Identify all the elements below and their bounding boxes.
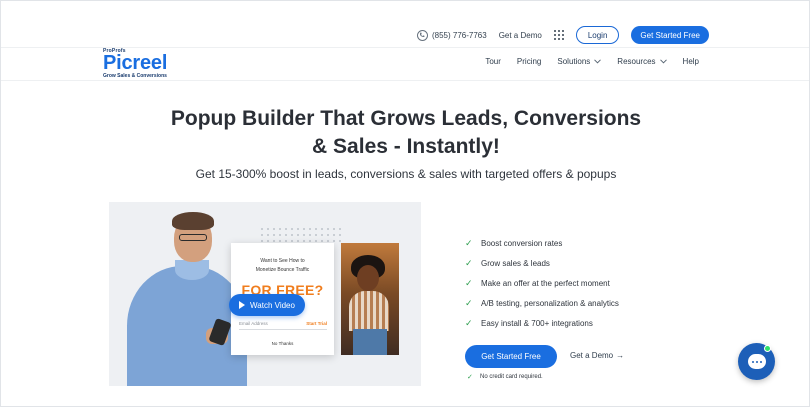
nav-divider [1,80,809,81]
arrow-right-icon: → [616,351,625,360]
hero-subtitle: Get 15-300% boost in leads, conversions … [195,167,617,181]
play-icon [239,301,246,309]
feature-label: Boost conversion rates [481,238,563,248]
photo-shirt [349,291,389,331]
popup-dismiss: No Thanks [271,341,294,346]
login-button[interactable]: Login [575,26,620,44]
nav-item-label: Tour [485,57,501,66]
chat-bubble-icon [747,354,766,369]
hero-illustration: Want to See How to Monetize Bounce Traff… [109,202,421,386]
utility-bar: (855) 776-7763 Get a Demo Login Get Star… [416,23,709,47]
feature-label: Grow sales & leads [481,258,550,268]
feature-label: Easy install & 700+ integrations [481,318,593,328]
no-credit-card-note: ✓ No credit card required. [467,373,543,381]
popup-heading-line1: Want to See How to [260,258,305,264]
chevron-down-icon [594,59,602,64]
popup-heading-line2: Monetize Bounce Traffic [255,267,310,273]
person-hair [172,212,214,230]
feature-list: ✓ Boost conversion rates ✓ Grow sales & … [465,233,619,333]
hero-title-line1: Popup Builder That Grows Leads, Conversi… [170,107,642,130]
online-status-dot [764,345,771,352]
nav-item-label: Help [682,57,699,66]
page-frame: (855) 776-7763 Get a Demo Login Get Star… [0,0,810,407]
list-item: ✓ Make an offer at the perfect moment [465,273,619,293]
check-icon: ✓ [467,374,473,381]
hero-title-line2: & Sales - Instantly! [312,135,500,158]
logo-wordmark: Picreel [103,52,168,74]
list-item: ✓ Grow sales & leads [465,253,619,273]
cta-demo-link[interactable]: Get a Demo → [570,351,624,360]
phone-link[interactable]: (855) 776-7763 [416,29,487,41]
logo-tagline: Grow Sales & Conversions [103,73,167,79]
popup-start-button: Start Trial [306,321,327,326]
nav-item-label: Pricing [516,57,542,66]
watch-video-label: Watch Video [250,300,295,310]
get-started-button[interactable]: Get Started Free [631,26,709,44]
check-icon: ✓ [465,277,473,288]
feature-label: Make an offer at the perfect moment [481,278,610,288]
glasses-icon [179,234,207,241]
chevron-down-icon [659,59,667,64]
list-item: ✓ Boost conversion rates [465,233,619,253]
check-icon: ✓ [465,297,473,308]
feature-label: A/B testing, personalization & analytics [481,298,619,308]
no-credit-card-label: No credit card required. [480,374,543,380]
person-collar [175,260,209,280]
list-item: ✓ A/B testing, personalization & analyti… [465,293,619,313]
nav-item-pricing[interactable]: Pricing [517,57,541,66]
chat-widget-button[interactable] [738,343,775,380]
sample-popup-photo [341,243,399,355]
nav-item-resources[interactable]: Resources [617,57,667,66]
photo-jeans [353,329,387,355]
demo-link[interactable]: Get a Demo [499,31,542,40]
main-nav: Tour Pricing Solutions Resources Help [485,57,699,66]
watch-video-button[interactable]: Watch Video [229,294,305,316]
nav-item-label: Resources [617,57,656,66]
check-icon: ✓ [465,257,473,268]
photo-head [357,265,379,291]
apps-grid-icon[interactable] [553,30,564,40]
list-item: ✓ Easy install & 700+ integrations [465,313,619,333]
nav-item-help[interactable]: Help [683,57,699,66]
popup-form: Email Address Start Trial [239,318,327,330]
nav-item-tour[interactable]: Tour [485,57,501,66]
check-icon: ✓ [465,317,473,328]
nav-item-label: Solutions [557,57,591,66]
phone-icon [416,29,428,41]
picreel-logo[interactable]: ProProfs Picreel Grow Sales & Conversion… [103,48,183,79]
phone-number: (855) 776-7763 [431,30,487,40]
popup-email-field: Email Address [239,321,268,326]
nav-item-solutions[interactable]: Solutions [557,57,602,66]
check-icon: ✓ [465,237,473,248]
hero-title: Popup Builder That Grows Leads, Conversi… [1,105,810,161]
cta-demo-label: Get a Demo [570,351,614,360]
cta-get-started-button[interactable]: Get Started Free [465,345,557,368]
